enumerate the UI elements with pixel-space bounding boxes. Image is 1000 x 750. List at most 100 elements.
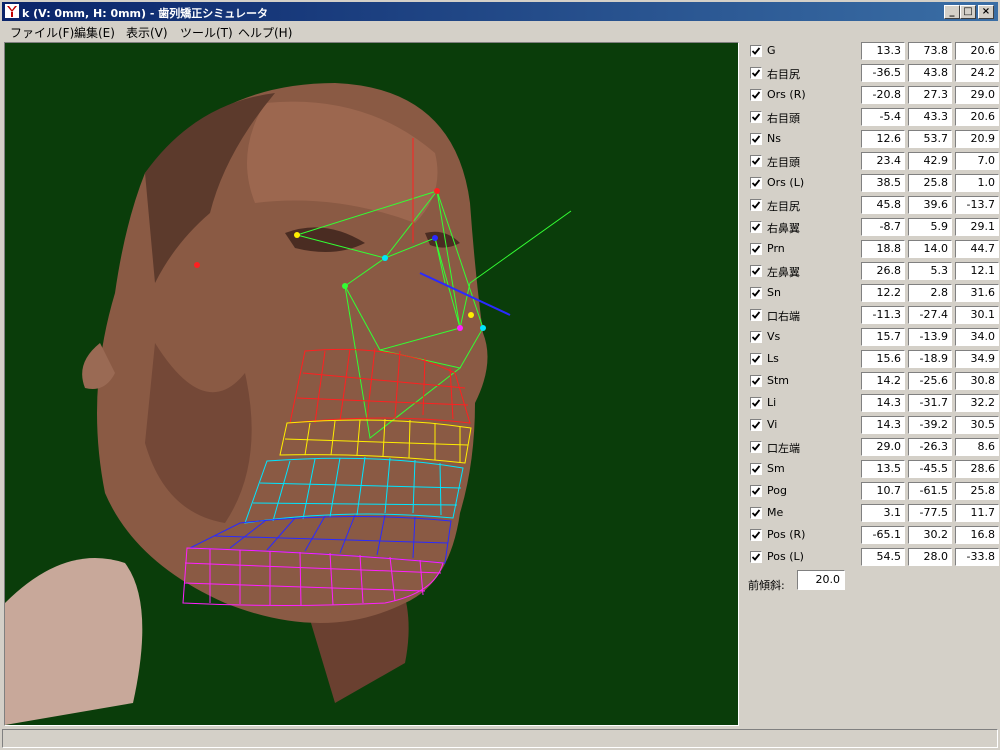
- landmark-z-field[interactable]: 16.8: [955, 526, 999, 544]
- landmark-checkbox[interactable]: [750, 375, 762, 387]
- landmark-x-field[interactable]: 38.5: [861, 174, 905, 192]
- landmark-z-field[interactable]: 25.8: [955, 482, 999, 500]
- landmark-checkbox[interactable]: [750, 133, 762, 145]
- landmark-checkbox[interactable]: [750, 353, 762, 365]
- landmark-y-field[interactable]: -39.2: [908, 416, 952, 434]
- landmark-z-field[interactable]: 30.8: [955, 372, 999, 390]
- landmark-x-field[interactable]: -11.3: [861, 306, 905, 324]
- landmark-checkbox[interactable]: [750, 463, 762, 475]
- landmark-z-field[interactable]: 34.0: [955, 328, 999, 346]
- landmark-y-field[interactable]: 39.6: [908, 196, 952, 214]
- landmark-y-field[interactable]: -31.7: [908, 394, 952, 412]
- landmark-checkbox[interactable]: [750, 485, 762, 497]
- landmark-z-field[interactable]: -13.7: [955, 196, 999, 214]
- landmark-checkbox[interactable]: [750, 89, 762, 101]
- landmark-checkbox[interactable]: [750, 419, 762, 431]
- close-button[interactable]: ×: [978, 5, 994, 19]
- landmark-z-field[interactable]: 34.9: [955, 350, 999, 368]
- landmark-z-field[interactable]: 30.5: [955, 416, 999, 434]
- title-bar[interactable]: k (V: 0mm, H: 0mm) - 歯列矯正シミュレータ _ □ ×: [2, 2, 998, 21]
- landmark-x-field[interactable]: 12.2: [861, 284, 905, 302]
- landmark-y-field[interactable]: -27.4: [908, 306, 952, 324]
- menu-edit[interactable]: 編集(E): [74, 24, 115, 41]
- landmark-x-field[interactable]: -65.1: [861, 526, 905, 544]
- landmark-checkbox[interactable]: [750, 397, 762, 409]
- maximize-button[interactable]: □: [960, 5, 976, 19]
- landmark-checkbox[interactable]: [750, 507, 762, 519]
- landmark-checkbox[interactable]: [750, 551, 762, 563]
- landmark-z-field[interactable]: 31.6: [955, 284, 999, 302]
- landmark-z-field[interactable]: 1.0: [955, 174, 999, 192]
- landmark-z-field[interactable]: 20.9: [955, 130, 999, 148]
- landmark-y-field[interactable]: -25.6: [908, 372, 952, 390]
- landmark-x-field[interactable]: 12.6: [861, 130, 905, 148]
- menu-help[interactable]: ヘルプ(H): [238, 24, 292, 41]
- landmark-y-field[interactable]: 27.3: [908, 86, 952, 104]
- landmark-y-field[interactable]: -26.3: [908, 438, 952, 456]
- menu-tools[interactable]: ツール(T): [180, 24, 233, 41]
- landmark-z-field[interactable]: 8.6: [955, 438, 999, 456]
- landmark-checkbox[interactable]: [750, 441, 762, 453]
- landmark-z-field[interactable]: -33.8: [955, 548, 999, 566]
- landmark-x-field[interactable]: 13.3: [861, 42, 905, 60]
- landmark-y-field[interactable]: 42.9: [908, 152, 952, 170]
- landmark-checkbox[interactable]: [750, 199, 762, 211]
- landmark-z-field[interactable]: 7.0: [955, 152, 999, 170]
- landmark-x-field[interactable]: 15.6: [861, 350, 905, 368]
- landmark-y-field[interactable]: 5.9: [908, 218, 952, 236]
- landmark-checkbox[interactable]: [750, 45, 762, 57]
- landmark-z-field[interactable]: 29.0: [955, 86, 999, 104]
- landmark-z-field[interactable]: 20.6: [955, 108, 999, 126]
- landmark-z-field[interactable]: 12.1: [955, 262, 999, 280]
- landmark-z-field[interactable]: 24.2: [955, 64, 999, 82]
- landmark-checkbox[interactable]: [750, 309, 762, 321]
- landmark-x-field[interactable]: 29.0: [861, 438, 905, 456]
- landmark-checkbox[interactable]: [750, 177, 762, 189]
- menu-file[interactable]: ファイル(F): [10, 24, 74, 41]
- landmark-x-field[interactable]: 54.5: [861, 548, 905, 566]
- landmark-x-field[interactable]: 3.1: [861, 504, 905, 522]
- landmark-x-field[interactable]: -20.8: [861, 86, 905, 104]
- landmark-z-field[interactable]: 32.2: [955, 394, 999, 412]
- landmark-x-field[interactable]: 15.7: [861, 328, 905, 346]
- landmark-y-field[interactable]: 2.8: [908, 284, 952, 302]
- landmark-x-field[interactable]: 10.7: [861, 482, 905, 500]
- tilt-input[interactable]: 20.0: [797, 570, 845, 590]
- landmark-y-field[interactable]: -18.9: [908, 350, 952, 368]
- landmark-z-field[interactable]: 11.7: [955, 504, 999, 522]
- landmark-checkbox[interactable]: [750, 155, 762, 167]
- landmark-x-field[interactable]: -36.5: [861, 64, 905, 82]
- landmark-checkbox[interactable]: [750, 331, 762, 343]
- landmark-y-field[interactable]: 30.2: [908, 526, 952, 544]
- landmark-y-field[interactable]: 73.8: [908, 42, 952, 60]
- landmark-z-field[interactable]: 29.1: [955, 218, 999, 236]
- landmark-y-field[interactable]: 43.8: [908, 64, 952, 82]
- landmark-y-field[interactable]: -45.5: [908, 460, 952, 478]
- landmark-checkbox[interactable]: [750, 243, 762, 255]
- landmark-checkbox[interactable]: [750, 221, 762, 233]
- landmark-x-field[interactable]: 23.4: [861, 152, 905, 170]
- landmark-y-field[interactable]: -13.9: [908, 328, 952, 346]
- landmark-y-field[interactable]: 28.0: [908, 548, 952, 566]
- landmark-x-field[interactable]: -5.4: [861, 108, 905, 126]
- landmark-y-field[interactable]: -61.5: [908, 482, 952, 500]
- landmark-z-field[interactable]: 44.7: [955, 240, 999, 258]
- menu-view[interactable]: 表示(V): [126, 24, 168, 41]
- landmark-y-field[interactable]: 25.8: [908, 174, 952, 192]
- landmark-x-field[interactable]: 26.8: [861, 262, 905, 280]
- landmark-y-field[interactable]: -77.5: [908, 504, 952, 522]
- landmark-x-field[interactable]: 18.8: [861, 240, 905, 258]
- 3d-viewport[interactable]: [4, 42, 739, 726]
- landmark-y-field[interactable]: 14.0: [908, 240, 952, 258]
- landmark-checkbox[interactable]: [750, 111, 762, 123]
- landmark-z-field[interactable]: 30.1: [955, 306, 999, 324]
- landmark-y-field[interactable]: 53.7: [908, 130, 952, 148]
- landmark-checkbox[interactable]: [750, 67, 762, 79]
- landmark-x-field[interactable]: -8.7: [861, 218, 905, 236]
- landmark-x-field[interactable]: 14.2: [861, 372, 905, 390]
- landmark-x-field[interactable]: 14.3: [861, 416, 905, 434]
- landmark-checkbox[interactable]: [750, 287, 762, 299]
- landmark-x-field[interactable]: 45.8: [861, 196, 905, 214]
- landmark-checkbox[interactable]: [750, 265, 762, 277]
- landmark-z-field[interactable]: 20.6: [955, 42, 999, 60]
